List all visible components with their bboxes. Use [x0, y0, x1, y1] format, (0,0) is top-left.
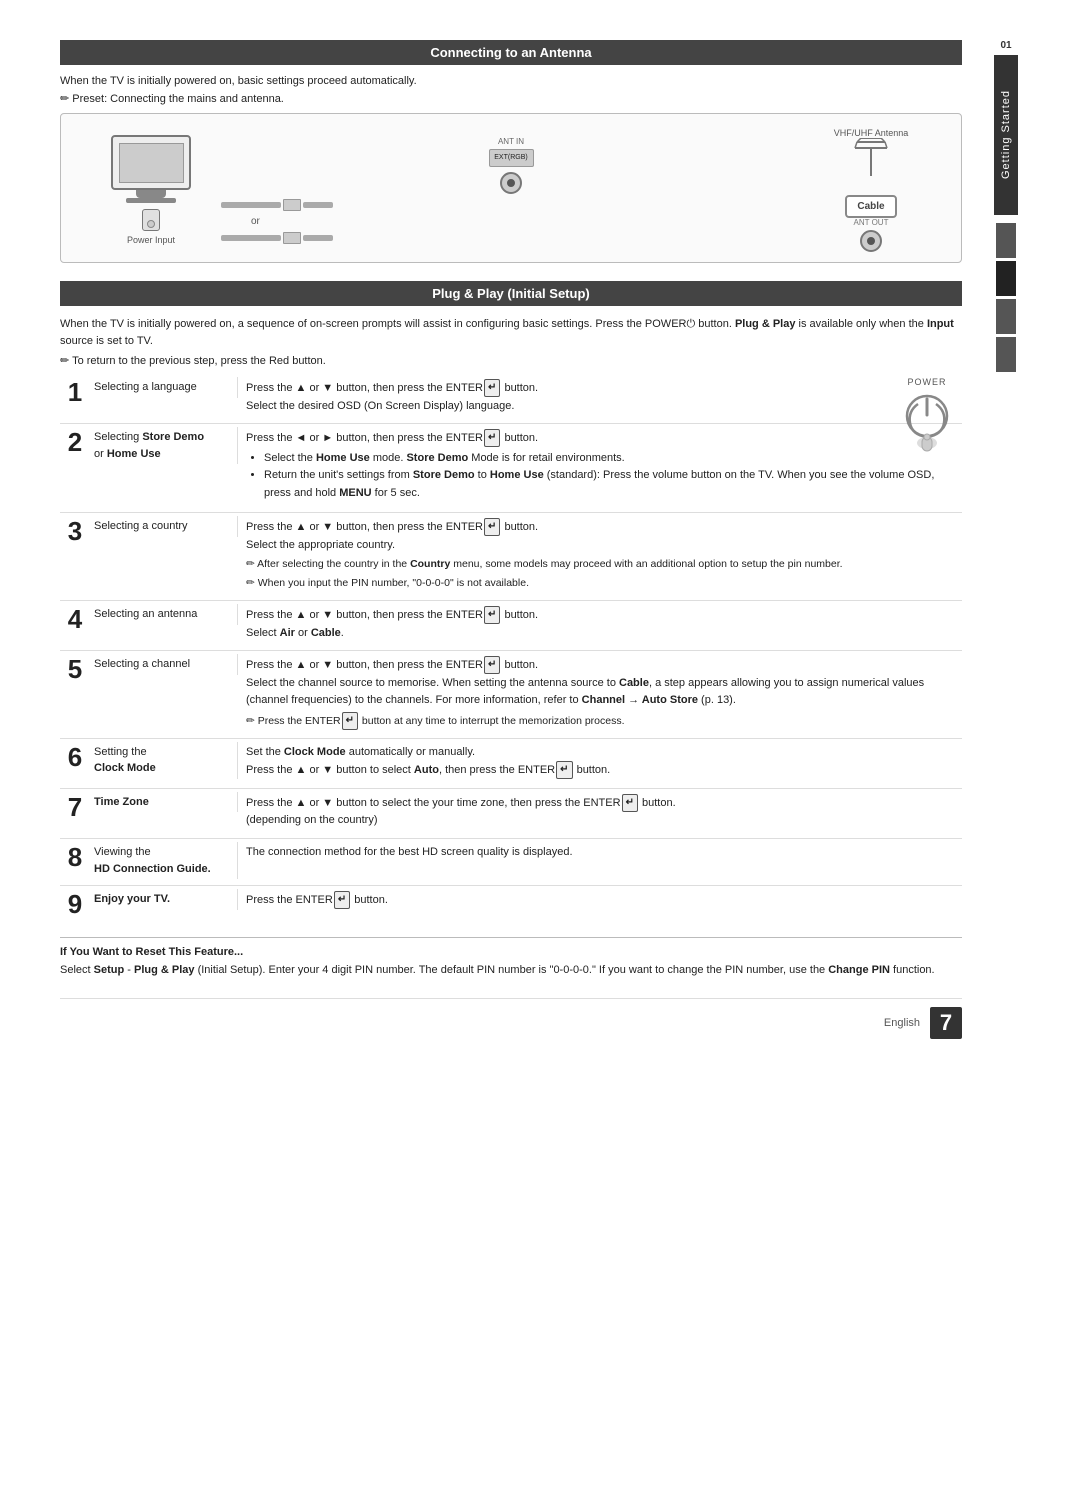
step-label-8: Viewing theHD Connection Guide. [90, 842, 238, 879]
cable-box: Cable [845, 195, 896, 218]
step-content-6: Set the Clock Mode automatically or manu… [238, 742, 962, 782]
plug-note: To return to the previous step, press th… [60, 354, 962, 367]
step-content-1: Press the ▲ or ▼ button, then press the … [238, 377, 962, 417]
step-num-4: 4 [60, 604, 90, 632]
ant-out-label: ANT OUT [854, 218, 889, 227]
step-row-8: 8 Viewing theHD Connection Guide. The co… [60, 842, 962, 879]
ant-connector [500, 172, 522, 194]
step-content-2: Press the ◄ or ► button, then press the … [238, 427, 962, 506]
step-row-1: 1 Selecting a language Press the ▲ or ▼ … [60, 377, 962, 417]
step-row-7: 7 Time Zone Press the ▲ or ▼ button to s… [60, 792, 962, 832]
antenna-header: Connecting to an Antenna [60, 40, 962, 65]
step-num-5: 5 [60, 654, 90, 682]
step-row-2: 2 Selecting Store Demoor Home Use Press … [60, 427, 962, 506]
step-num-3: 3 [60, 516, 90, 544]
antenna-note: Preset: Connecting the mains and antenna… [60, 92, 962, 105]
step-label-3: Selecting a country [90, 516, 238, 537]
step-content-4: Press the ▲ or ▼ button, then press the … [238, 604, 962, 644]
steps-container: POWER 1 Selecting a langua [60, 377, 962, 921]
tv-base [126, 198, 176, 203]
step-label-4: Selecting an antenna [90, 604, 238, 625]
side-block-2 [996, 261, 1016, 296]
step-row-6: 6 Setting theClock Mode Set the Clock Mo… [60, 742, 962, 782]
step-content-9: Press the ENTER↵ button. [238, 889, 962, 912]
footer-page-number: 7 [930, 1007, 962, 1039]
step-label-6: Setting theClock Mode [90, 742, 238, 779]
tv-stand [136, 190, 166, 198]
ext-label: EXT(RGB) [489, 149, 534, 167]
side-tab-label: Getting Started [994, 55, 1018, 215]
side-tab: 01 Getting Started [992, 40, 1020, 1039]
step-content-5: Press the ▲ or ▼ button, then press the … [238, 654, 962, 732]
step-row-3: 3 Selecting a country Press the ▲ or ▼ b… [60, 516, 962, 594]
side-tab-blocks [996, 223, 1016, 372]
plug-header: Plug & Play (Initial Setup) [60, 281, 962, 306]
power-input-label: Power Input [127, 235, 175, 245]
diagram-middle: ANT IN EXT(RGB) [221, 137, 801, 244]
reset-title: If You Want to Reset This Feature... [60, 946, 962, 958]
step-num-2: 2 [60, 427, 90, 455]
antenna-diagram: Power Input ANT IN EXT(RGB) [60, 113, 962, 263]
step-label-1: Selecting a language [90, 377, 238, 398]
or-label: or [251, 216, 260, 227]
step-row-9: 9 Enjoy your TV. Press the ENTER↵ button… [60, 889, 962, 921]
step-num-6: 6 [60, 742, 90, 770]
diagram-right: VHF/UHF Antenna [801, 128, 941, 252]
side-block-3 [996, 299, 1016, 334]
main-content: Connecting to an Antenna When the TV is … [60, 40, 992, 1039]
step-content-8: The connection method for the best HD sc… [238, 842, 962, 864]
antenna-section: Connecting to an Antenna When the TV is … [60, 40, 962, 263]
side-block-1 [996, 223, 1016, 258]
vhf-label: VHF/UHF Antenna [834, 128, 909, 138]
side-block-4 [996, 337, 1016, 372]
side-tab-number: 01 [1000, 40, 1011, 51]
step-label-9: Enjoy your TV. [90, 889, 238, 910]
tv-body [111, 135, 191, 190]
power-label: POWER [907, 377, 946, 387]
antenna-symbol [847, 138, 895, 183]
step-label-5: Selecting a channel [90, 654, 238, 675]
diagram-tv: Power Input [81, 135, 221, 245]
ant-out-connector [860, 230, 882, 252]
step-num-7: 7 [60, 792, 90, 820]
antenna-intro: When the TV is initially powered on, bas… [60, 75, 962, 87]
step-num-8: 8 [60, 842, 90, 870]
reset-text: Select Setup - Plug & Play (Initial Setu… [60, 962, 962, 980]
step-content-7: Press the ▲ or ▼ button to select the yo… [238, 792, 962, 832]
step-label-2: Selecting Store Demoor Home Use [90, 427, 238, 464]
step-row-4: 4 Selecting an antenna Press the ▲ or ▼ … [60, 604, 962, 644]
step-row-5: 5 Selecting a channel Press the ▲ or ▼ b… [60, 654, 962, 732]
page-wrapper: Connecting to an Antenna When the TV is … [60, 40, 1020, 1039]
plug-section: Plug & Play (Initial Setup) When the TV … [60, 281, 962, 980]
page-footer: English 7 [60, 998, 962, 1039]
step-num-1: 1 [60, 377, 90, 405]
reset-section: If You Want to Reset This Feature... Sel… [60, 937, 962, 980]
step-content-3: Press the ▲ or ▼ button, then press the … [238, 516, 962, 594]
step-num-9: 9 [60, 889, 90, 917]
footer-lang: English [884, 1017, 920, 1029]
step-label-7: Time Zone [90, 792, 238, 813]
tv-screen [119, 143, 184, 183]
ant-in-label: ANT IN [498, 137, 524, 146]
power-icon-area: POWER [892, 377, 962, 461]
power-button-svg [900, 391, 955, 461]
plug-intro: When the TV is initially powered on, a s… [60, 316, 962, 349]
